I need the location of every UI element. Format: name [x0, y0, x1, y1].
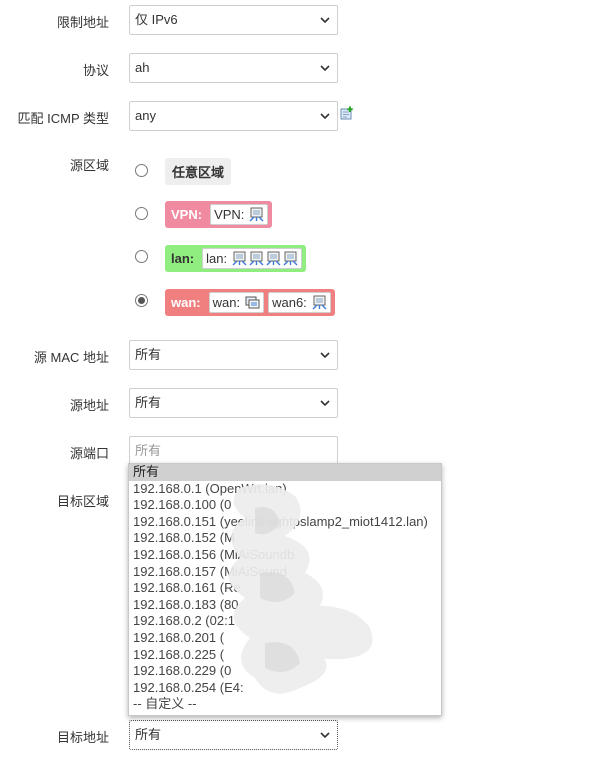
source-address-label: 源地址	[69, 398, 109, 413]
dropdown-option[interactable]: -- 自定义 --	[129, 696, 441, 713]
destination-address-value: 所有	[135, 727, 162, 742]
protocol-label: 协议	[82, 63, 109, 78]
source-zone-radio-wan[interactable]	[135, 294, 148, 307]
network-interface-icon	[232, 251, 247, 266]
lan-interface: lan:	[202, 248, 303, 269]
network-interface-icon	[312, 295, 327, 310]
destination-address-select[interactable]: 所有	[129, 720, 338, 750]
zone-lan-badge: lan: lan:	[165, 245, 307, 272]
lan-interface-label: lan:	[206, 251, 228, 266]
dropdown-option[interactable]: 192.168.0.156 (MiAiSoundb	[129, 547, 441, 564]
source-port-placeholder: 所有	[135, 443, 162, 458]
source-mac-select[interactable]: 所有	[129, 340, 338, 370]
network-interface-icon	[283, 251, 298, 266]
chevron-down-icon	[320, 352, 330, 359]
dropdown-option[interactable]: 192.168.0.183 (80	[129, 597, 441, 614]
source-mac-label: 源 MAC 地址	[33, 350, 109, 365]
dropdown-option[interactable]: 192.168.0.157 (MiAiSound	[129, 564, 441, 581]
dropdown-option[interactable]: 192.168.0.151 (yeelink-lightpslamp2_miot…	[129, 514, 441, 531]
wan6-interface-label: wan6:	[272, 295, 307, 310]
zone-wan-badge: wan: wan: wan6:	[165, 289, 335, 316]
zone-wan-name: wan:	[171, 295, 201, 310]
zone-any-badge: 任意区域	[165, 158, 232, 185]
dropdown-option[interactable]: 192.168.0.100 (0	[129, 497, 441, 514]
network-interface-icon	[266, 251, 281, 266]
restrict-address-value: 仅 IPv6	[135, 12, 178, 27]
chevron-down-icon	[320, 17, 330, 24]
chevron-down-icon	[320, 400, 330, 407]
destination-address-label: 目标地址	[56, 730, 109, 745]
destination-zone-label: 目标区域	[56, 494, 109, 509]
dropdown-option[interactable]: 192.168.0.229 (0	[129, 663, 441, 680]
source-zone-label: 源区域	[69, 158, 109, 173]
dropdown-option[interactable]: 192.168.0.161 (Re	[129, 580, 441, 597]
network-interface-icon	[249, 207, 264, 222]
zone-any-name: 任意区域	[172, 165, 225, 180]
source-mac-value: 所有	[135, 347, 162, 362]
zone-lan-name: lan:	[171, 251, 195, 266]
chevron-down-icon	[320, 113, 330, 120]
source-zone-radio-lan[interactable]	[135, 250, 148, 263]
destination-address-dropdown[interactable]: 所有 192.168.0.1 (OpenWrt.lan) 192.168.0.1…	[128, 463, 442, 716]
dropdown-option[interactable]: 192.168.0.201 (	[129, 630, 441, 647]
network-switch-icon	[245, 296, 260, 309]
add-icon[interactable]	[340, 106, 354, 120]
restrict-address-select[interactable]: 仅 IPv6	[129, 5, 338, 35]
wan-interface: wan:	[208, 292, 265, 313]
chevron-down-icon	[320, 732, 330, 739]
source-port-input[interactable]: 所有	[129, 436, 338, 466]
wan-interface-label: wan:	[212, 295, 241, 310]
chevron-down-icon	[320, 65, 330, 72]
source-zone-radio-any[interactable]	[135, 164, 148, 177]
dropdown-option[interactable]: 192.168.0.152 (M	[129, 530, 441, 547]
source-address-value: 所有	[135, 395, 162, 410]
protocol-value: ah	[135, 60, 150, 75]
wan6-interface: wan6:	[268, 292, 331, 313]
source-address-select[interactable]: 所有	[129, 388, 338, 418]
dropdown-option[interactable]: 192.168.0.2 (02:1	[129, 613, 441, 630]
icmp-type-value: any	[135, 108, 156, 123]
vpn-interface: VPN:	[210, 204, 269, 225]
source-port-label: 源端口	[69, 446, 109, 461]
restrict-address-label: 限制地址	[56, 15, 109, 30]
dropdown-option[interactable]: 192.168.0.254 (E4:	[129, 680, 441, 697]
network-interface-icon	[249, 251, 264, 266]
icmp-type-select[interactable]: any	[129, 101, 338, 131]
source-zone-radio-vpn[interactable]	[135, 207, 148, 220]
dropdown-option[interactable]: 192.168.0.225 (	[129, 647, 441, 664]
dropdown-option[interactable]: 所有	[129, 464, 441, 481]
dropdown-option[interactable]: 192.168.0.1 (OpenWrt.lan)	[129, 481, 441, 498]
zone-vpn-name: VPN:	[171, 207, 203, 222]
protocol-select[interactable]: ah	[129, 53, 338, 83]
icmp-type-label: 匹配 ICMP 类型	[17, 111, 110, 126]
zone-vpn-badge: VPN: VPN:	[165, 201, 273, 228]
vpn-interface-label: VPN:	[214, 207, 245, 222]
